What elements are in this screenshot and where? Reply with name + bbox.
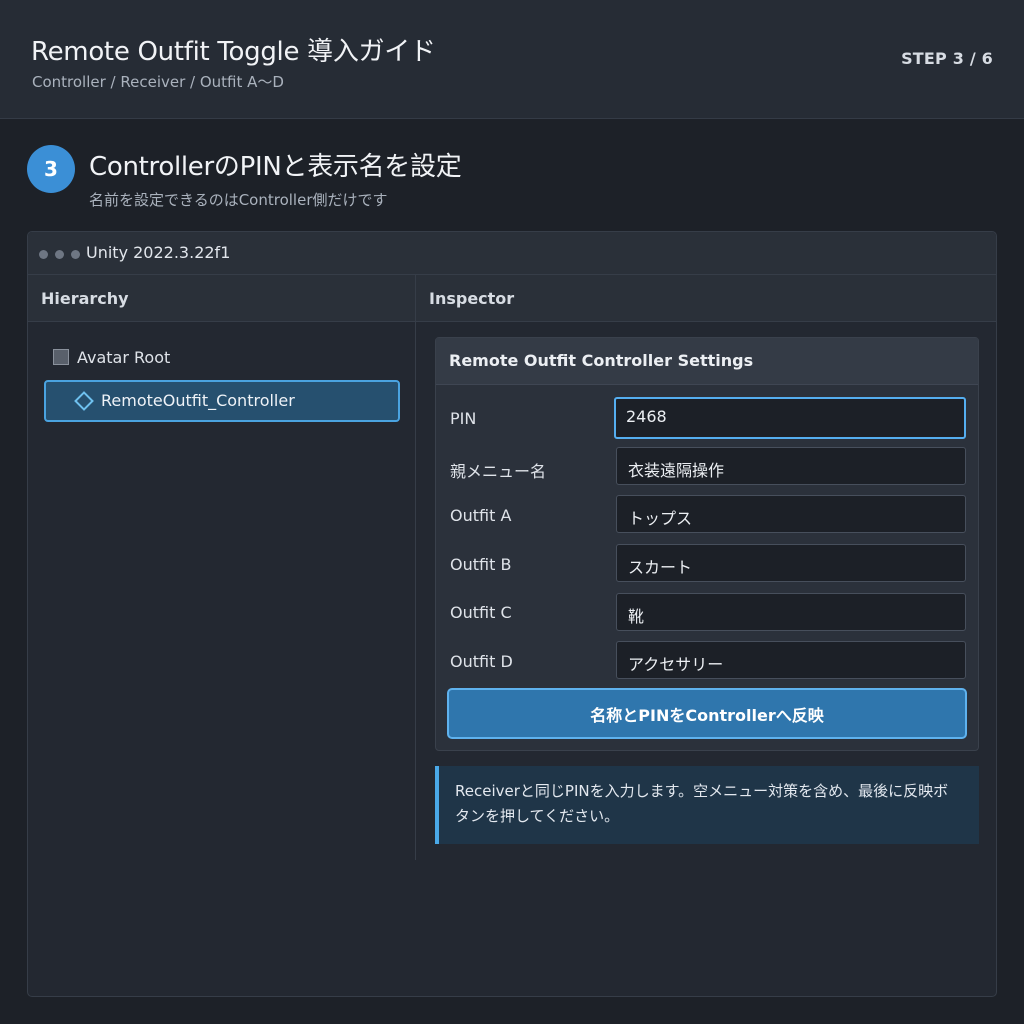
hierarchy-item-remoteoutfit-controller[interactable]: RemoteOutfit_Controller (44, 380, 400, 422)
pin-input[interactable]: 2468 (614, 397, 966, 439)
step-number-badge: 3 (27, 145, 75, 193)
hierarchy-item-label: RemoteOutfit_Controller (101, 391, 295, 410)
outfit-c-input[interactable]: 靴 (616, 593, 966, 631)
guide-title: Remote Outfit Toggle 導入ガイド (31, 37, 436, 67)
hierarchy-item-avatar-root[interactable]: Avatar Root (53, 346, 170, 368)
outfit-b-label: Outfit B (450, 555, 512, 574)
component-header: Remote Outfit Controller Settings (436, 338, 978, 385)
outfit-d-label: Outfit D (450, 652, 513, 671)
component-title: Remote Outfit Controller Settings (449, 351, 754, 370)
window-dot-icon[interactable] (71, 250, 80, 259)
outfit-a-input[interactable]: トップス (616, 495, 966, 533)
inspector-panel: Inspector Remote Outfit Controller Setti… (416, 275, 996, 860)
parent-menu-name-label: 親メニュー名 (450, 462, 547, 481)
guide-header: Remote Outfit Toggle 導入ガイド Controller / … (0, 0, 1024, 119)
inspector-header: Inspector (416, 275, 996, 322)
unity-window: Unity 2022.3.22f1 Hierarchy Avatar Root … (27, 231, 997, 997)
gameobject-icon (53, 349, 69, 365)
info-note: Receiverと同じPINを入力します。空メニュー対策を含め、最後に反映ボタン… (435, 766, 979, 844)
step-description: 名前を設定できるのはController側だけです (89, 191, 388, 209)
window-titlebar: Unity 2022.3.22f1 (28, 232, 996, 275)
outfit-c-label: Outfit C (450, 603, 512, 622)
window-title: Unity 2022.3.22f1 (86, 243, 231, 262)
hierarchy-header: Hierarchy (28, 275, 415, 322)
outfit-b-input[interactable]: スカート (616, 544, 966, 582)
step-indicator: STEP 3 / 6 (901, 49, 993, 68)
hierarchy-item-label: Avatar Root (77, 347, 171, 367)
prefab-diamond-icon (74, 391, 94, 411)
apply-to-controller-button[interactable]: 名称とPINをControllerへ反映 (447, 688, 967, 739)
pin-label: PIN (450, 409, 477, 428)
window-dot-icon[interactable] (55, 250, 64, 259)
hierarchy-panel: Hierarchy Avatar Root RemoteOutfit_Contr… (28, 275, 416, 860)
outfit-d-input[interactable]: アクセサリー (616, 641, 966, 679)
window-dot-icon[interactable] (39, 250, 48, 259)
hierarchy-heading: Hierarchy (41, 289, 129, 308)
guide-subtitle: Controller / Receiver / Outfit A〜D (32, 73, 284, 91)
inspector-heading: Inspector (429, 289, 515, 308)
parent-menu-name-input[interactable]: 衣装遠隔操作 (616, 447, 966, 485)
outfit-a-label: Outfit A (450, 506, 512, 525)
step-title: ControllerのPINと表示名を設定 (89, 152, 462, 182)
controller-settings-component: Remote Outfit Controller Settings PIN 24… (435, 337, 979, 751)
